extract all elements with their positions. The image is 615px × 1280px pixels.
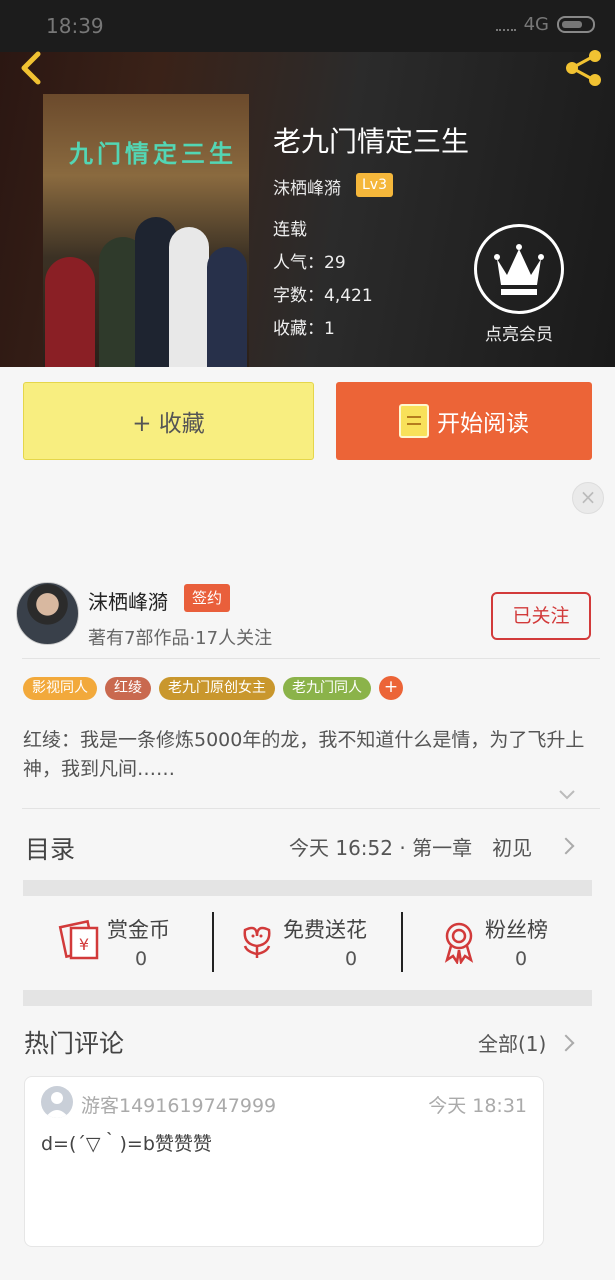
status-bar: 18:39 4G bbox=[0, 0, 615, 52]
cover-figure bbox=[169, 227, 209, 367]
comment-time: 今天 18:31 bbox=[428, 1095, 527, 1117]
vip-label: 点亮会员 bbox=[485, 325, 553, 345]
chevron-right-icon bbox=[557, 837, 575, 855]
book-icon bbox=[399, 404, 429, 438]
section-separator bbox=[23, 990, 592, 1006]
divider bbox=[22, 808, 600, 809]
expand-description-button[interactable] bbox=[558, 786, 576, 804]
battery-icon bbox=[557, 16, 595, 33]
tag[interactable]: 红绫 bbox=[105, 676, 151, 700]
vip-button[interactable] bbox=[474, 224, 564, 314]
hot-comments-title: 热门评论 bbox=[24, 1029, 125, 1058]
book-popularity: 人气：29 bbox=[273, 253, 346, 273]
support-stats: ¥ 赏金币 0 免费送花 0 粉丝榜 0 bbox=[23, 896, 592, 990]
add-tag-button[interactable]: + bbox=[379, 676, 403, 700]
cover-title: 九门情定三生 bbox=[69, 140, 237, 168]
book-description: 红绫：我是一条修炼5000年的龙，我不知道什么是情，为了飞升上神，我到凡间…… bbox=[23, 729, 585, 780]
crown-icon bbox=[494, 244, 544, 295]
signed-badge: 签约 bbox=[184, 584, 231, 612]
tag[interactable]: 影视同人 bbox=[23, 676, 97, 700]
section-separator bbox=[23, 880, 592, 896]
signal-icon bbox=[495, 19, 516, 31]
status-indicators: 4G bbox=[495, 14, 595, 35]
follow-button[interactable]: 已关注 bbox=[491, 592, 591, 640]
book-header: 九门情定三生 老九门情定三生 沫栖峰漪 Lv3 连载 人气：29 字数：4,42… bbox=[0, 0, 615, 367]
comment-text: d=(´▽｀)=b赞赞赞 bbox=[41, 1133, 212, 1155]
latest-chapter: 今天 16:52 · 第一章 初见 bbox=[289, 836, 533, 860]
chevron-left-icon bbox=[21, 51, 41, 85]
chevron-down-icon bbox=[559, 790, 575, 800]
book-status: 连载 bbox=[273, 220, 307, 240]
back-button[interactable] bbox=[14, 48, 48, 88]
author-card: 沫栖峰漪 签约 著有7部作品·17人关注 已关注 bbox=[0, 570, 615, 660]
collect-button[interactable]: + 收藏 bbox=[23, 382, 314, 460]
author-level-badge: Lv3 bbox=[356, 173, 393, 197]
book-favorites: 收藏：1 bbox=[273, 319, 335, 339]
book-title: 老九门情定三生 bbox=[273, 125, 470, 158]
cover-figure bbox=[207, 247, 247, 367]
medal-icon bbox=[444, 922, 474, 964]
red-envelope-icon: ¥ bbox=[58, 919, 99, 960]
fan-ranking-button[interactable]: 粉丝榜 0 bbox=[403, 896, 592, 990]
toc-label: 目录 bbox=[25, 835, 76, 864]
start-reading-label: 开始阅读 bbox=[437, 411, 529, 437]
book-author[interactable]: 沫栖峰漪 bbox=[273, 174, 341, 199]
status-time: 18:39 bbox=[46, 14, 104, 38]
commenter-name[interactable]: 游客1491619747999 bbox=[81, 1091, 276, 1118]
tag-list: 影视同人 红绫 老九门原创女主 老九门同人 + bbox=[23, 676, 403, 700]
author-name[interactable]: 沫栖峰漪 bbox=[88, 586, 168, 615]
share-button[interactable] bbox=[562, 48, 606, 88]
close-icon[interactable]: × bbox=[572, 482, 604, 514]
network-type: 4G bbox=[523, 14, 549, 35]
table-of-contents-row[interactable]: 目录 今天 16:52 · 第一章 初见 bbox=[0, 810, 615, 880]
flower-icon bbox=[243, 926, 271, 958]
share-icon bbox=[566, 50, 601, 86]
free-flower-label: 免费送花 bbox=[283, 918, 367, 942]
tag[interactable]: 老九门同人 bbox=[283, 676, 371, 700]
svg-text:¥: ¥ bbox=[79, 935, 89, 954]
comment-card[interactable]: 游客1491619747999 今天 18:31 d=(´▽｀)=b赞赞赞 bbox=[24, 1076, 544, 1247]
author-stats: 著有7部作品·17人关注 bbox=[88, 628, 273, 649]
book-cover[interactable]: 九门情定三生 bbox=[43, 94, 249, 367]
user-icon bbox=[45, 1092, 69, 1118]
start-reading-button[interactable]: 开始阅读 bbox=[336, 382, 592, 460]
reward-coins-value: 0 bbox=[135, 948, 148, 970]
fan-ranking-label: 粉丝榜 bbox=[485, 918, 548, 942]
reward-coins-button[interactable]: ¥ 赏金币 0 bbox=[23, 896, 212, 990]
author-avatar[interactable] bbox=[16, 582, 79, 645]
cover-figure bbox=[45, 257, 95, 367]
book-word-count: 字数：4,421 bbox=[273, 286, 373, 306]
free-flower-value: 0 bbox=[345, 948, 358, 970]
commenter-avatar[interactable] bbox=[41, 1086, 73, 1118]
fan-ranking-value: 0 bbox=[515, 948, 528, 970]
tag[interactable]: 老九门原创女主 bbox=[159, 676, 275, 700]
free-flower-button[interactable]: 免费送花 0 bbox=[213, 896, 402, 990]
all-comments-link[interactable]: 全部(1) bbox=[478, 1028, 546, 1057]
chevron-right-icon bbox=[557, 1034, 575, 1052]
reward-coins-label: 赏金币 bbox=[107, 918, 170, 942]
divider bbox=[22, 658, 600, 659]
